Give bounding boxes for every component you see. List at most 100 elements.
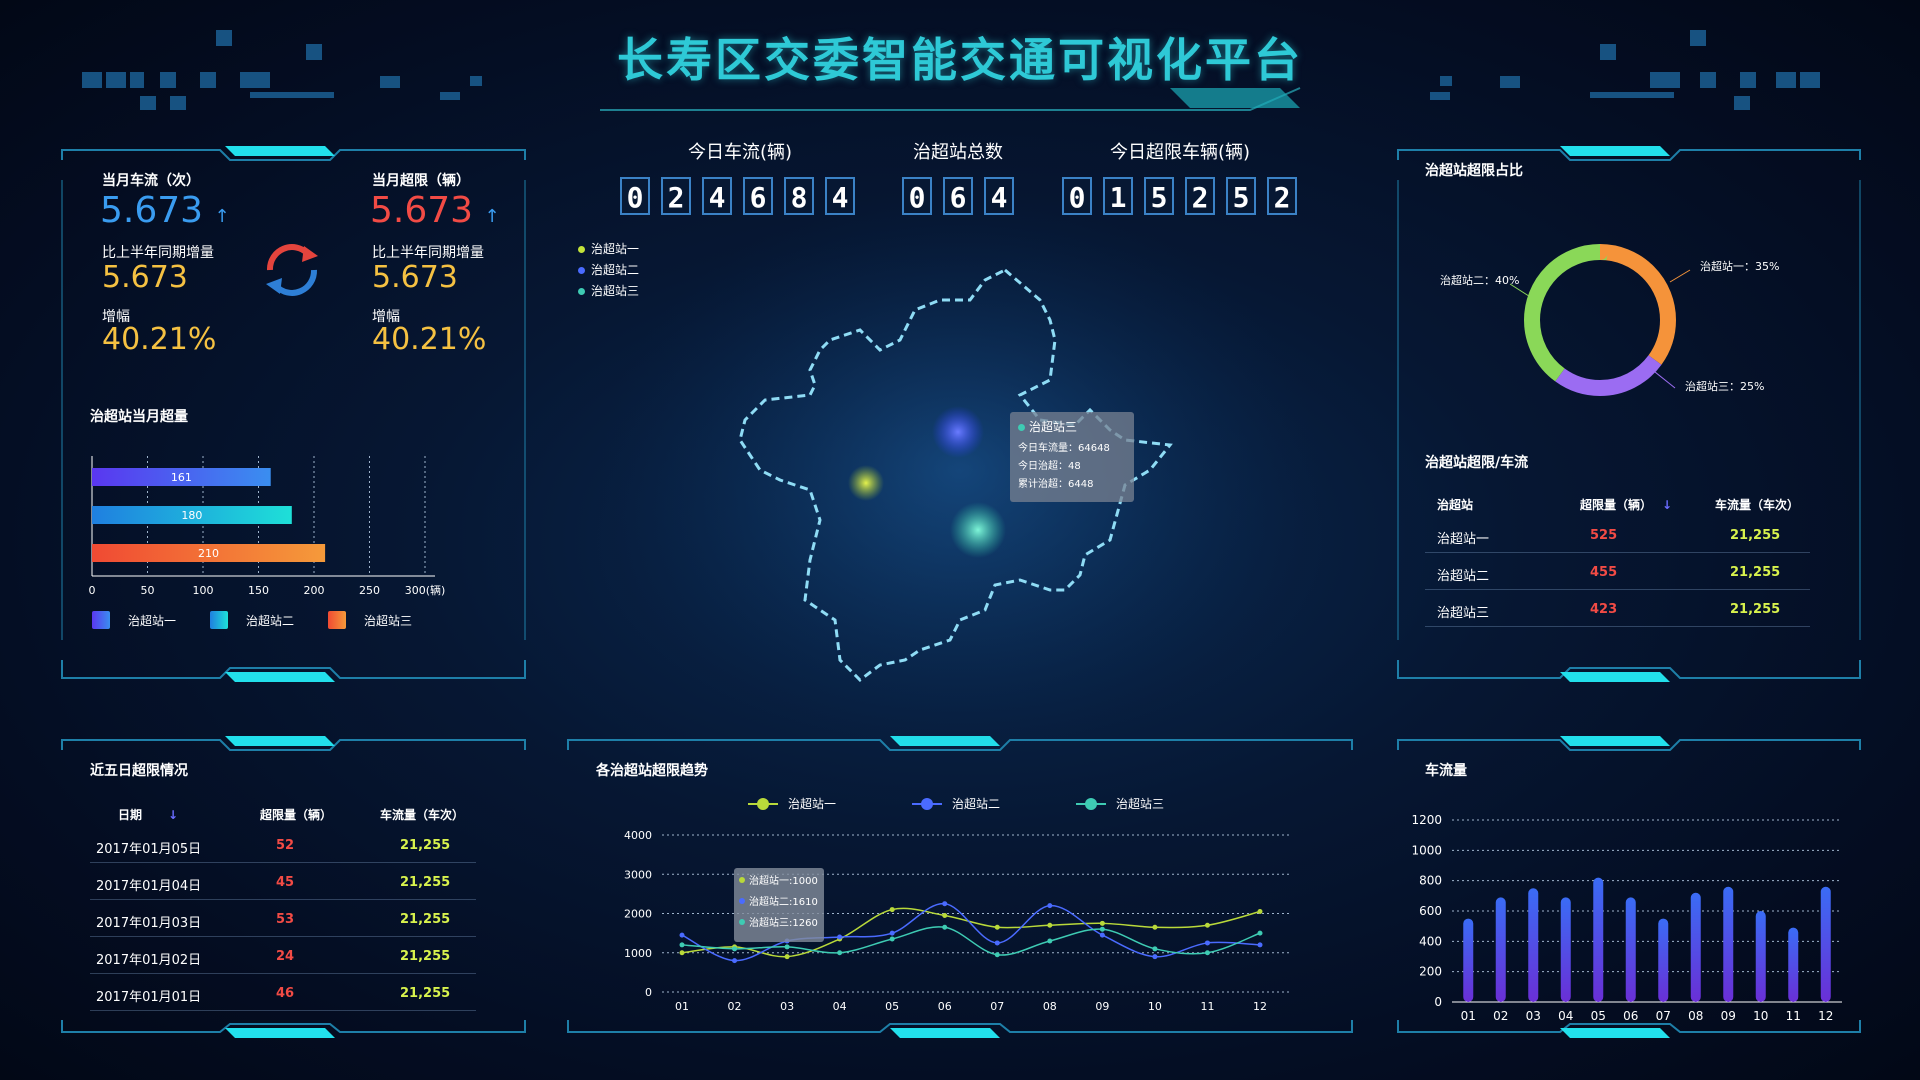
counter-label: 今日超限车辆(辆) (1109, 142, 1251, 163)
x-tick-label: 300(辆) (405, 583, 446, 597)
data-point[interactable] (1047, 938, 1053, 944)
table-row[interactable]: 2017年01月05日 52 21,255 (90, 826, 476, 863)
x-tick-label: 50 (141, 584, 155, 597)
counter-digit: 4 (825, 177, 855, 215)
data-point[interactable] (784, 944, 790, 950)
table-cell: 21,255 (400, 912, 451, 927)
data-point[interactable] (1047, 903, 1053, 909)
data-point[interactable] (732, 958, 738, 964)
data-point[interactable] (837, 934, 843, 940)
x-tick-label: 02 (728, 1000, 742, 1013)
data-point[interactable] (942, 912, 948, 918)
table-row[interactable]: 2017年01月01日 46 21,255 (90, 974, 476, 1011)
sort-down-icon[interactable]: ↓ (1662, 498, 1672, 512)
data-point[interactable] (1099, 920, 1105, 926)
refresh-icon[interactable] (262, 242, 322, 298)
x-tick-label: 11 (1200, 1000, 1214, 1013)
yoy-value-left: 5.673 (102, 260, 188, 295)
data-point[interactable] (679, 950, 685, 956)
map-tooltip-title: 治超站三 (1018, 418, 1126, 435)
bar[interactable] (1820, 886, 1831, 1002)
legend-marker (1085, 798, 1097, 810)
data-point[interactable] (889, 930, 895, 936)
legend-label: 治超站二 (952, 796, 1000, 811)
counter-digit: 2 (1185, 177, 1215, 215)
map-legend-item[interactable]: 治超站二 (578, 261, 639, 282)
table-cell: 53 (276, 912, 295, 927)
data-point[interactable] (732, 946, 738, 952)
bar[interactable] (1788, 927, 1799, 1002)
five-day-table: 日期 ↓ 超限量（辆） 车流量（车次） 2017年01月05日 52 21,255 2017年… (90, 798, 476, 1011)
data-point[interactable] (1047, 922, 1053, 928)
data-point[interactable] (1204, 922, 1210, 928)
trend-chart: 0 1000 2000 3000 4000 01 02 03 04 05 06 07 08 09 10 11 1… (624, 796, 1290, 1013)
data-point[interactable] (1204, 940, 1210, 946)
table-header-cell[interactable]: 治超站 (1437, 496, 1473, 513)
tooltip-dot (739, 877, 745, 883)
header-label: 超限量（辆） (260, 808, 333, 822)
table-row[interactable]: 2017年01月02日 24 21,255 (90, 937, 476, 974)
bar[interactable] (1625, 897, 1636, 1002)
x-tick-label: 07 (990, 1000, 1004, 1013)
bar[interactable] (1593, 877, 1604, 1002)
data-point[interactable] (1099, 926, 1105, 932)
bar[interactable] (1463, 918, 1474, 1002)
data-point[interactable] (994, 952, 1000, 958)
data-point[interactable] (1152, 946, 1158, 952)
data-point[interactable] (679, 942, 685, 948)
data-point[interactable] (837, 950, 843, 956)
data-point[interactable] (942, 924, 948, 930)
legend-swatch (328, 611, 346, 629)
data-point[interactable] (1257, 930, 1263, 936)
header-label: 治超站 (1437, 498, 1474, 512)
bar[interactable] (1495, 897, 1506, 1002)
bar[interactable] (1560, 897, 1571, 1002)
data-point[interactable] (1257, 942, 1263, 948)
donut-chart: 治超站一：35% 治超站三：25% 治超站二：40% (1440, 244, 1779, 396)
table-row[interactable]: 治超站三 423 21,255 (1425, 590, 1810, 627)
table-header-cell[interactable]: 车流量（车次） (380, 806, 464, 823)
table-header-cell[interactable]: 车流量（车次） (1715, 496, 1799, 513)
bar-value-label: 180 (181, 509, 202, 522)
map-tooltip: 治超站三 今日车流量：64648 今日治超：48 累计治超：6448 (1010, 412, 1134, 502)
x-tick-label: 150 (248, 584, 269, 597)
x-tick-label: 250 (359, 584, 380, 597)
data-point[interactable] (994, 940, 1000, 946)
data-point[interactable] (889, 907, 895, 913)
table-row[interactable]: 治超站二 455 21,255 (1425, 553, 1810, 590)
data-point[interactable] (1204, 950, 1210, 956)
bar[interactable] (1528, 888, 1539, 1002)
data-point[interactable] (1257, 909, 1263, 915)
counter-digit: 2 (661, 177, 691, 215)
data-point[interactable] (679, 932, 685, 938)
table-header-cell[interactable]: 日期 ↓ (118, 806, 178, 823)
y-tick-label: 1200 (1411, 813, 1442, 827)
x-tick-label: 01 (675, 1000, 689, 1013)
data-point[interactable] (1152, 924, 1158, 930)
table-header-cell[interactable]: 超限量（辆） ↓ (1580, 496, 1672, 513)
y-tick-label: 0 (645, 986, 652, 999)
vbar-title: 车流量 (1425, 763, 1467, 779)
x-tick-label: 100 (193, 584, 214, 597)
table-row[interactable]: 治超站一 525 21,255 (1425, 516, 1810, 553)
table-row[interactable]: 2017年01月03日 53 21,255 (90, 900, 476, 937)
data-point[interactable] (784, 954, 790, 960)
map-legend-item[interactable]: 治超站一 (578, 240, 639, 261)
data-point[interactable] (994, 924, 1000, 930)
map-legend-item[interactable]: 治超站三 (578, 282, 639, 303)
bar[interactable] (1690, 892, 1701, 1002)
y-tick-label: 3000 (624, 868, 652, 881)
counter-label: 今日车流(辆) (687, 142, 793, 163)
sort-down-icon[interactable]: ↓ (168, 808, 178, 822)
table-cell: 46 (276, 986, 295, 1001)
bar[interactable] (1658, 918, 1669, 1002)
table-header-cell[interactable]: 超限量（辆） (260, 806, 332, 823)
station-three-glow (950, 502, 1006, 558)
data-point[interactable] (1152, 954, 1158, 960)
data-point[interactable] (889, 936, 895, 942)
bar[interactable] (1755, 911, 1766, 1002)
data-point[interactable] (942, 901, 948, 907)
table-row[interactable]: 2017年01月04日 45 21,255 (90, 863, 476, 900)
bar[interactable] (1723, 886, 1734, 1002)
data-point[interactable] (1099, 932, 1105, 938)
